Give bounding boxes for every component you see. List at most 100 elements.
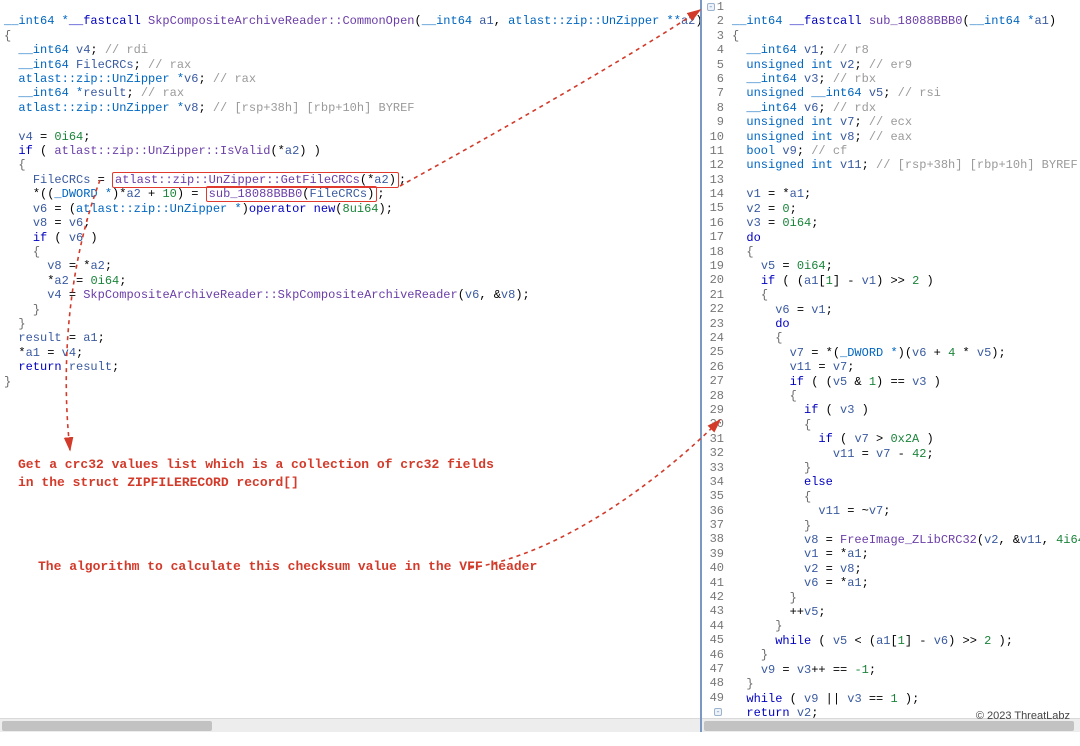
line-number: 46 — [702, 648, 724, 662]
decl: v11 — [840, 158, 862, 172]
tok: 1 — [890, 692, 897, 706]
left-scroll-thumb[interactable] — [2, 721, 212, 731]
tok: = * — [818, 576, 847, 590]
tok: FreeImage_ZLibCRC32 — [840, 533, 977, 547]
decl: v2 — [840, 58, 854, 72]
tok: > — [869, 432, 891, 446]
tok: v7 — [833, 360, 847, 374]
tok: = — [854, 447, 876, 461]
tok: 42 — [912, 447, 926, 461]
line-number: 32 — [702, 446, 724, 460]
tok: ; — [804, 187, 811, 201]
decl: unsigned int — [746, 58, 840, 72]
tok: FileCRCs — [310, 187, 368, 201]
tok: v4 — [62, 346, 76, 360]
tok: if — [804, 403, 818, 417]
right-scroll-thumb[interactable] — [704, 721, 1074, 731]
tok: ( — [335, 202, 342, 216]
line-number: 9 — [702, 115, 724, 129]
tok: ; — [76, 346, 83, 360]
tok: v6 — [465, 288, 479, 302]
tok: 0x2A — [890, 432, 919, 446]
tok: v11 — [790, 360, 812, 374]
tok: )( — [898, 346, 912, 360]
tok: } — [746, 677, 753, 691]
tok: 10 — [162, 187, 176, 201]
tok: = — [69, 274, 91, 288]
line-number: 41 — [702, 576, 724, 590]
tok: *(( — [33, 187, 55, 201]
tok: if — [18, 144, 32, 158]
cmt: // r8 — [833, 43, 869, 57]
sig-fn: SkpCompositeArchiveReader::CommonOpen — [148, 14, 414, 28]
tok: ( — [977, 533, 984, 547]
right-gutter: -123456789101112131415161718192021222324… — [702, 0, 728, 718]
decl: bool — [746, 144, 782, 158]
line-number: 10 — [702, 130, 724, 144]
tok: do — [775, 317, 789, 331]
cmt: // rax — [213, 72, 256, 86]
tok: ( — [833, 432, 855, 446]
decl: v3 — [804, 72, 818, 86]
tok: ) — [919, 274, 933, 288]
tok: v5 — [804, 605, 818, 619]
line-number: 45 — [702, 633, 724, 647]
line-number: 23 — [702, 317, 724, 331]
tok: a2 — [54, 274, 68, 288]
line-number: 16 — [702, 216, 724, 230]
tok: ; — [926, 447, 933, 461]
tok: } — [775, 619, 782, 633]
right-code[interactable]: __int64 __fastcall sub_18088BBB0(__int64… — [728, 0, 1080, 718]
tok: a2 — [374, 173, 388, 187]
tok: v11 — [833, 447, 855, 461]
tok: 0i64 — [90, 274, 119, 288]
tok: ; — [862, 547, 869, 561]
tok: v4 — [18, 130, 32, 144]
tok: v1 — [804, 547, 818, 561]
tok: ) — [926, 375, 940, 389]
cmt: // rdi — [105, 43, 148, 57]
tok: result — [69, 360, 112, 374]
tok: v8 — [47, 259, 61, 273]
tok: ; — [105, 259, 112, 273]
left-code[interactable]: __int64 *__fastcall SkpCompositeArchiveR… — [0, 0, 700, 718]
tok: , & — [479, 288, 501, 302]
line-number: 20 — [702, 273, 724, 287]
tok — [62, 360, 69, 374]
tok: ) — [367, 187, 374, 201]
tok: { — [775, 331, 782, 345]
tok: } — [804, 461, 811, 475]
tok: { — [761, 288, 768, 302]
right-pane: -123456789101112131415161718192021222324… — [702, 0, 1080, 732]
tok: result — [18, 331, 61, 345]
tok: 1 — [869, 375, 876, 389]
decl: __int64 — [746, 72, 804, 86]
tok: _DWORD * — [54, 187, 112, 201]
line-number: 19 — [702, 259, 724, 273]
tok: 8ui64 — [343, 202, 379, 216]
line-number: 44 — [702, 619, 724, 633]
tok: do — [746, 231, 760, 245]
left-hscroll[interactable] — [0, 718, 700, 732]
tok: v7 — [854, 432, 868, 446]
line-number: 28 — [702, 389, 724, 403]
tok: ); — [515, 288, 529, 302]
tok: v3 — [847, 692, 861, 706]
tok: ; — [399, 173, 406, 187]
checksum-sub-call: sub_18088BBB0(FileCRCs) — [206, 186, 378, 202]
tok: operator new — [249, 202, 335, 216]
tok: = * — [761, 187, 790, 201]
tok: _DWORD * — [840, 346, 898, 360]
tok: v3 — [746, 216, 760, 230]
tok: if — [761, 274, 775, 288]
tok: v6 — [69, 216, 83, 230]
tok: ] - — [833, 274, 862, 288]
line-number: 25 — [702, 345, 724, 359]
tok: (* — [360, 173, 374, 187]
tok: { — [18, 158, 25, 172]
tok: v7 — [876, 447, 890, 461]
tok: ++ == — [811, 663, 854, 677]
cmt: // ecx — [869, 115, 912, 129]
tok: { — [746, 245, 753, 259]
line-number: 2 — [702, 14, 724, 28]
